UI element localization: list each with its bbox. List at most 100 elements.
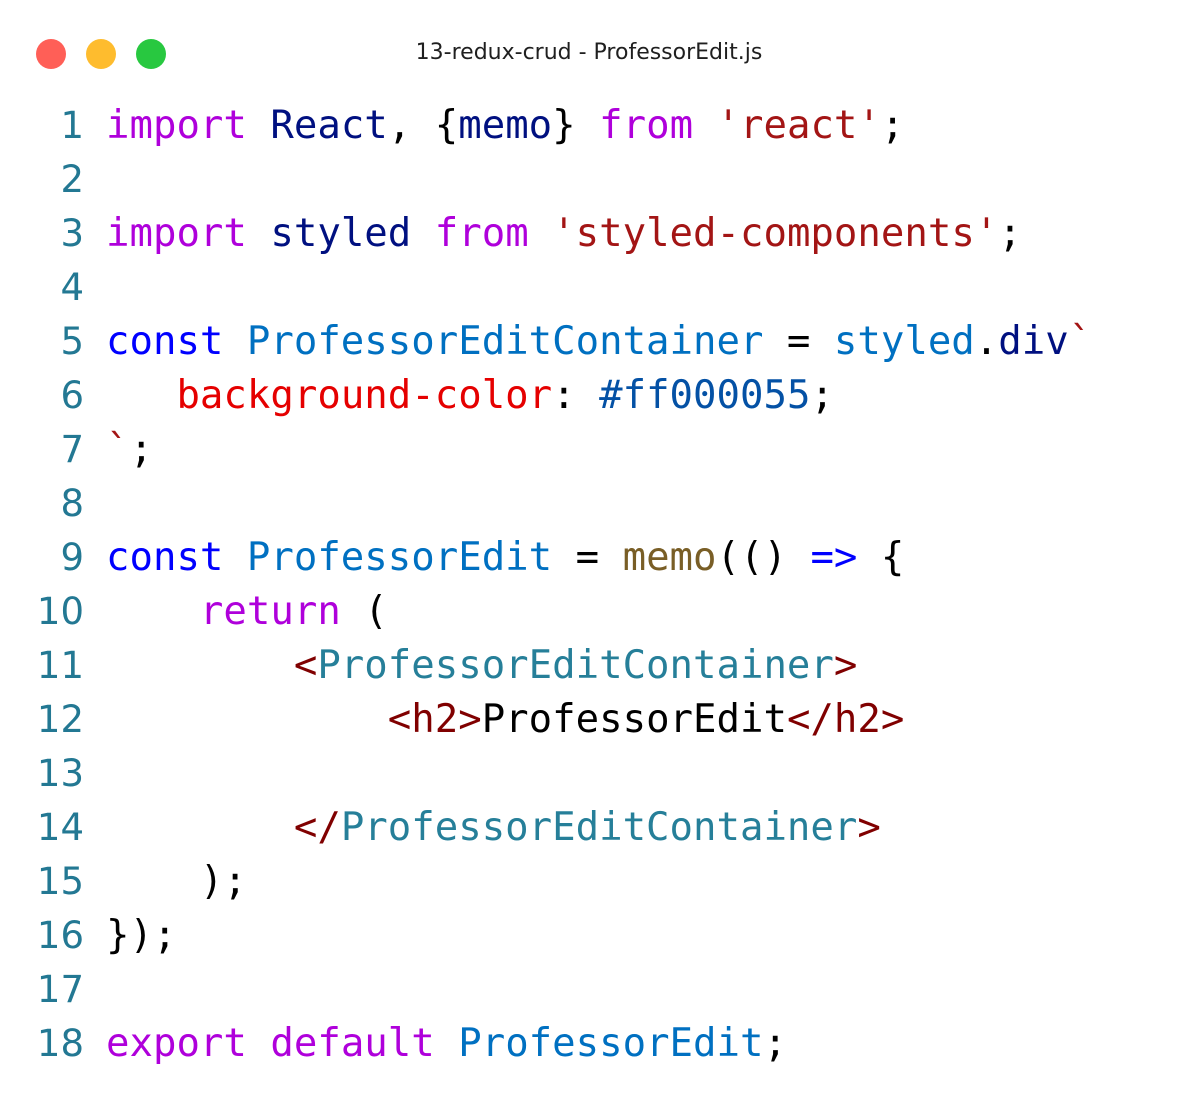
code-token: from [599,103,694,148]
line-source: <ProfessorEditContainer> [106,639,858,693]
code-token: 'styled-components' [552,211,999,256]
code-line[interactable]: 3 import styled from 'styled-components'; [0,207,1178,261]
line-number: 18 [36,1022,84,1065]
code-token: > [458,697,482,742]
code-window: 13-redux-crud - ProfessorEdit.js 1 import… [0,0,1178,1108]
line-number: 13 [36,752,84,795]
code-token: from [434,211,529,256]
line-number: 17 [36,968,84,1011]
line-source: const ProfessorEdit = memo(() => { [106,531,904,585]
code-line[interactable]: 11 <ProfessorEditContainer> [0,639,1178,693]
line-source: import React, {memo} from 'react'; [106,99,904,153]
code-token: ; [880,103,905,148]
code-line[interactable]: 5 const ProfessorEditContainer = styled.d… [0,315,1178,369]
code-token: ProfessorEdit [481,697,787,742]
code-token: ProfessorEdit [458,1021,764,1066]
code-line[interactable]: 12 <h2>ProfessorEdit</h2> [0,693,1178,747]
code-line[interactable]: 16}); [0,909,1178,963]
line-source: }); [106,909,176,963]
window-title: 13-redux-crud - ProfessorEdit.js [415,40,763,65]
line-number: 6 [60,374,84,417]
code-token: (() [716,535,811,580]
code-token: > [833,643,858,688]
code-token: const [106,319,224,364]
code-token: < [293,643,318,688]
line-source: `; [106,423,153,477]
code-token: > [880,697,905,742]
line-source: return ( [106,585,388,639]
code-token: = [763,319,834,364]
code-token: React [270,103,388,148]
line-number: 16 [36,914,84,957]
code-token: => [810,535,858,580]
code-token: export [106,1021,247,1066]
code-token: h2 [833,697,881,742]
line-number: 12 [36,698,84,741]
line-source: const ProfessorEditContainer = styled.di… [106,315,1092,369]
code-line[interactable]: 8 [0,477,1178,531]
code-line[interactable]: 4 [0,261,1178,315]
code-line[interactable]: 18 export default ProfessorEdit; [0,1017,1178,1071]
code-token: #ff000055 [599,373,811,418]
code-line[interactable]: 13 [0,747,1178,801]
title-bar: 13-redux-crud - ProfessorEdit.js [0,0,1178,100]
line-source: ); [106,855,247,909]
code-token: return [199,589,341,634]
code-token: background-color [176,373,553,418]
code-token: ; [998,211,1022,256]
line-number: 15 [36,860,84,903]
code-token: </ [786,697,834,742]
code-token: ProfessorEdit [246,535,553,580]
code-editor[interactable]: 1 import React, {memo} from 'react'; 2 3 imp… [0,99,1178,1071]
line-number: 1 [60,104,84,147]
code-token: h2 [411,697,459,742]
line-number: 5 [60,320,84,363]
code-token: ; [810,373,834,418]
line-number: 4 [60,266,84,309]
line-number: 9 [60,536,84,579]
line-source: <h2>ProfessorEdit</h2> [106,693,905,747]
line-source: import styled from 'styled-components'; [106,207,1022,261]
code-line[interactable]: 7 `; [0,423,1178,477]
code-token: ProfessorEditContainer [317,643,834,688]
code-line[interactable]: 2 [0,153,1178,207]
code-token: ; [763,1021,787,1066]
code-token: ); [106,859,247,904]
code-token: < [387,697,412,742]
line-source: </ProfessorEditContainer> [106,801,881,855]
code-token: } [552,103,600,148]
code-line[interactable]: 17 [0,963,1178,1017]
line-number: 2 [60,158,84,201]
line-number: 10 [36,590,84,633]
line-number: 8 [60,482,84,525]
code-token: : [552,373,600,418]
code-token: memo [458,103,553,148]
code-token: . [974,319,999,364]
code-token: styled [270,211,412,256]
code-line[interactable]: 9 const ProfessorEdit = memo(() => { [0,531,1178,585]
code-token: 'react' [716,103,881,148]
code-token: ; [129,427,153,472]
code-line[interactable]: 6 background-color: #ff000055; [0,369,1178,423]
code-line[interactable]: 14 </ProfessorEditContainer> [0,801,1178,855]
code-token: { [857,535,905,580]
code-token: </ [293,805,341,850]
code-line[interactable]: 15 ); [0,855,1178,909]
code-line[interactable]: 10 return ( [0,585,1178,639]
code-token: ` [106,427,130,472]
line-number: 3 [60,212,84,255]
code-token: = [552,535,623,580]
code-token: const [106,535,224,580]
code-line[interactable]: 1 import React, {memo} from 'react'; [0,99,1178,153]
code-token: styled [833,319,975,364]
